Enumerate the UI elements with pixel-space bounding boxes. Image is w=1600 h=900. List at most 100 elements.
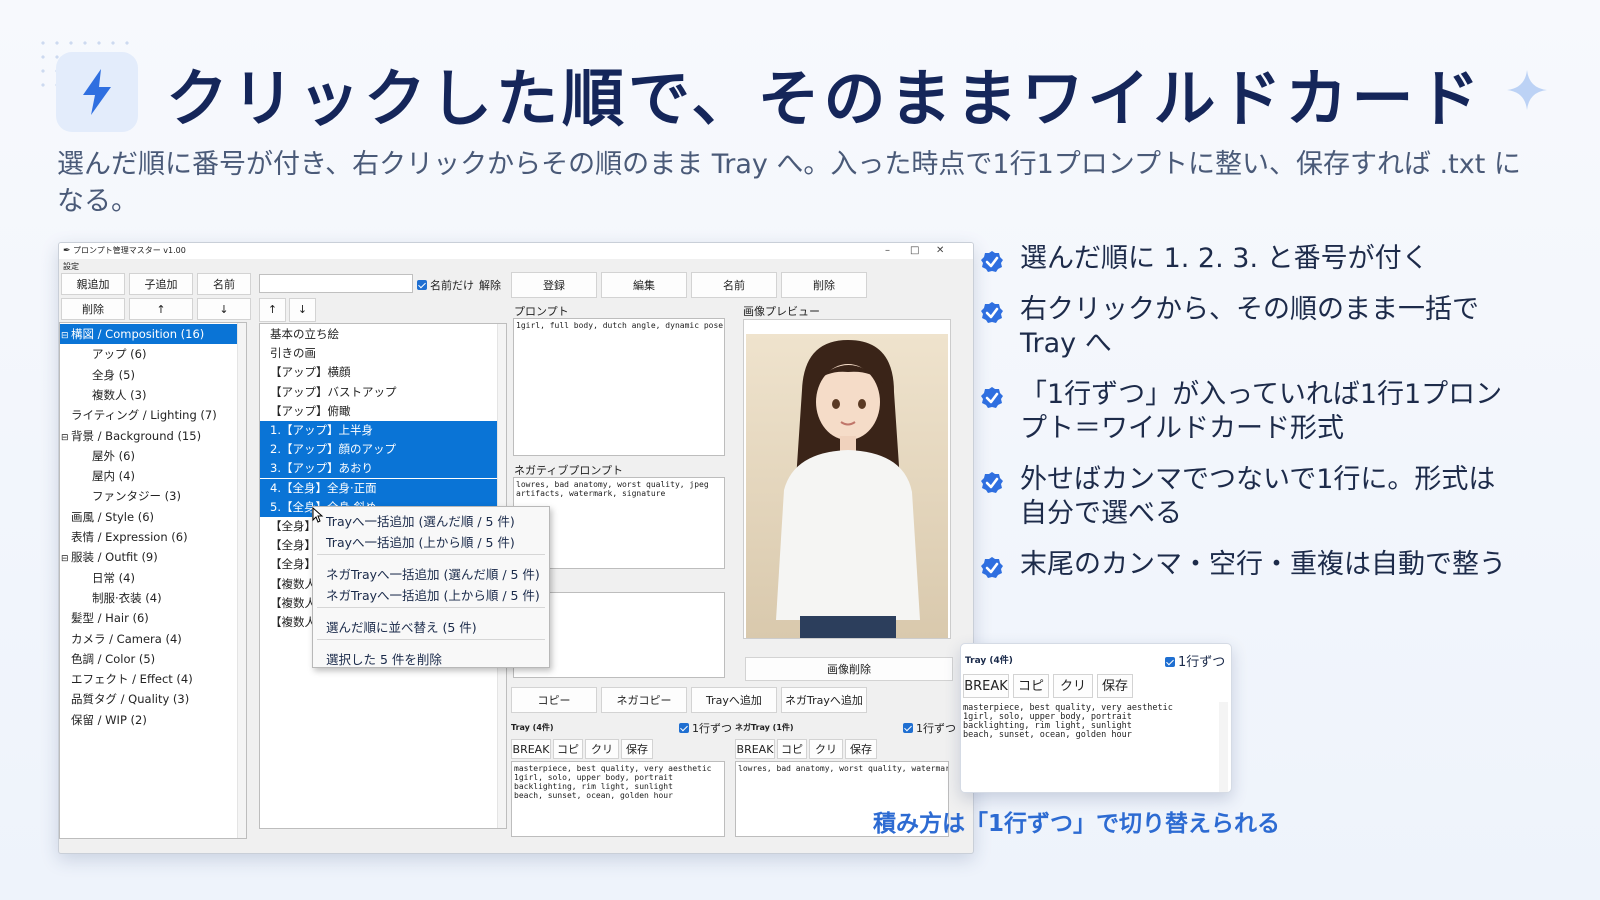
tree-item[interactable]: ⊟ 構図 / Composition (16) — [60, 324, 246, 344]
delete-button[interactable]: 削除 — [781, 272, 867, 298]
tray-popup-textarea[interactable]: masterpiece, best quality, very aestheti… — [961, 702, 1221, 792]
tree-item[interactable]: 画風 / Style (6) — [60, 507, 246, 527]
neg-tray-clear-button[interactable]: クリア — [809, 739, 843, 776]
tree-item[interactable]: ファンタジー (3) — [60, 486, 246, 506]
neg-tray-save-button[interactable]: 保存 — [845, 739, 877, 759]
rename-category-button[interactable]: 名前 — [197, 273, 251, 295]
tree-item[interactable]: 複数人 (3) — [60, 385, 246, 405]
tree-scrollbar[interactable] — [237, 323, 246, 838]
prompt-label: プロンプト — [514, 305, 569, 318]
tray-popup-one-per-line-checkbox[interactable]: 1行ずつ — [1165, 651, 1225, 670]
tree-item[interactable]: 色調 / Color (5) — [60, 649, 246, 669]
list-item[interactable]: 引きの画 — [260, 344, 506, 363]
tray-one-per-line-label: 1行ずつ — [692, 722, 732, 735]
tray-label: Tray (4件) — [511, 723, 554, 732]
menu-item-tray-selected-order[interactable]: Trayへ一括追加 (選んだ順 / 5 件) — [326, 511, 515, 530]
add-parent-button[interactable]: 親追加 — [61, 273, 125, 295]
minimize-icon[interactable]: – — [885, 243, 890, 259]
category-down-button[interactable]: ↓ — [197, 298, 251, 320]
delete-image-button[interactable]: 画像削除 — [745, 657, 953, 681]
tree-item[interactable]: アップ (6) — [60, 344, 246, 364]
menu-settings[interactable]: 設定 — [63, 261, 79, 272]
expand-toggle-icon[interactable]: ⊟ — [61, 549, 71, 569]
tree-item[interactable]: カメラ / Camera (4) — [60, 629, 246, 649]
tree-item[interactable]: ⊟ 服装 / Outfit (9) — [60, 547, 246, 567]
category-tree[interactable]: ⊟ 構図 / Composition (16) アップ (6) 全身 (5) 複数人 (… — [59, 322, 247, 839]
tree-item-label: 画風 / Style (6) — [71, 509, 155, 524]
add-to-neg-tray-button[interactable]: ネガTrayへ追加 — [781, 687, 867, 713]
item-down-button[interactable]: ↓ — [289, 298, 316, 322]
tree-item[interactable]: エフェクト / Effect (4) — [60, 669, 246, 689]
tree-item[interactable]: 日常 (4) — [60, 568, 246, 588]
edit-button[interactable]: 編集 — [601, 272, 687, 298]
menu-item-sort-selected[interactable]: 選んだ順に並べ替え (5 件) — [326, 617, 477, 636]
tray-popup-label: Tray (4件) — [965, 656, 1013, 666]
tree-item-label: 屋内 (4) — [92, 469, 135, 484]
neg-copy-button[interactable]: ネガコピー — [601, 687, 687, 713]
feather-icon: ✒ — [63, 246, 71, 256]
tree-item[interactable]: 表情 / Expression (6) — [60, 527, 246, 547]
neg-tray-break-button[interactable]: BREAK — [735, 739, 775, 759]
tree-item[interactable]: 屋内 (4) — [60, 466, 246, 486]
tray-clear-button[interactable]: クリア — [585, 739, 619, 776]
tray-save-button[interactable]: 保存 — [621, 739, 653, 759]
feature-bullet-text: 外せばカンマでつないで1行に。形式は自分で選べる — [1020, 464, 1496, 529]
tray-popup-break-button[interactable]: BREAK — [963, 674, 1009, 698]
tree-item-label: ライティング / Lighting (7) — [71, 408, 217, 423]
list-item[interactable]: 4.【全身】全身·正面 — [260, 478, 506, 498]
expand-toggle-icon[interactable]: ⊟ — [61, 326, 71, 346]
list-item[interactable]: 1.【アップ】上半身 — [260, 421, 506, 440]
register-button[interactable]: 登録 — [511, 272, 597, 298]
rename-button[interactable]: 名前 — [691, 272, 777, 298]
menu-item-neg-tray-top-order[interactable]: ネガTrayへ一括追加 (上から順 / 5 件) — [326, 585, 540, 604]
expand-toggle-icon[interactable]: ⊟ — [61, 428, 71, 448]
clear-search-button[interactable]: 解除 — [479, 277, 501, 293]
neg-tray-one-per-line-checkbox[interactable]: 1行ずつ — [903, 720, 956, 736]
tray-copy-button[interactable]: コピー — [553, 739, 583, 776]
tray-popup-copy-button[interactable]: コピー — [1013, 674, 1049, 718]
tree-item[interactable]: 全身 (5) — [60, 365, 246, 385]
tree-item[interactable]: 品質タグ / Quality (3) — [60, 689, 246, 709]
add-child-button[interactable]: 子追加 — [129, 273, 193, 295]
list-item[interactable]: 2.【アップ】顔のアップ — [260, 440, 506, 460]
list-item[interactable]: 【アップ】俯瞰 — [260, 402, 506, 421]
tray-break-button[interactable]: BREAK — [511, 739, 551, 759]
tree-item[interactable]: 制服·衣装 (4) — [60, 588, 246, 608]
tray-popup-clear-button[interactable]: クリア — [1053, 674, 1093, 718]
neg-tray-copy-button[interactable]: コピー — [777, 739, 807, 776]
list-item[interactable]: 3.【アップ】あおり — [260, 459, 506, 479]
item-up-button[interactable]: ↑ — [259, 298, 286, 322]
tree-item[interactable]: ⊟ 背景 / Background (15) — [60, 426, 246, 446]
tree-item[interactable]: 髪型 / Hair (6) — [60, 608, 246, 628]
delete-category-button[interactable]: 削除 — [61, 298, 125, 320]
sparkle-icon — [1507, 70, 1547, 110]
feature-bullet-text: 右クリックから、その順のまま一括で Tray へ — [1020, 294, 1479, 359]
category-up-button[interactable]: ↑ — [129, 298, 193, 320]
copy-button[interactable]: コピー — [511, 687, 597, 713]
maximize-icon[interactable]: □ — [910, 243, 919, 259]
tray-one-per-line-checkbox[interactable]: 1行ずつ — [679, 720, 732, 736]
list-item[interactable]: 基本の立ち絵 — [260, 325, 506, 344]
tree-item[interactable]: ライティング / Lighting (7) — [60, 405, 246, 425]
close-icon[interactable]: ✕ — [936, 243, 944, 259]
neg-tray-one-per-line-label: 1行ずつ — [916, 722, 956, 735]
image-preview — [743, 319, 951, 639]
tree-item-label: 構図 / Composition (16) — [71, 327, 205, 341]
list-item[interactable]: 【アップ】バストアップ — [260, 383, 506, 402]
menu-item-tray-top-order[interactable]: Trayへ一括追加 (上から順 / 5 件) — [326, 532, 515, 551]
tree-item[interactable]: 屋外 (6) — [60, 446, 246, 466]
tree-item[interactable]: 保留 / WIP (2) — [60, 710, 246, 730]
search-input[interactable] — [259, 274, 413, 293]
context-menu: Trayへ一括追加 (選んだ順 / 5 件) Trayへ一括追加 (上から順 /… — [312, 506, 550, 668]
tray-popup-save-button[interactable]: 保存 — [1097, 674, 1133, 698]
tray-popup-scrollbar[interactable] — [1219, 702, 1228, 792]
prompt-textarea[interactable]: 1girl, full body, dutch angle, dynamic p… — [513, 318, 725, 456]
name-only-checkbox[interactable]: 名前だけ — [417, 277, 474, 293]
lightning-icon — [56, 52, 138, 132]
menu-item-delete-selected[interactable]: 選択した 5 件を削除 — [326, 649, 442, 668]
add-to-tray-button[interactable]: Trayへ追加 — [691, 687, 777, 713]
tray-textarea[interactable]: masterpiece, best quality, very aestheti… — [511, 761, 725, 837]
menu-item-neg-tray-selected-order[interactable]: ネガTrayへ一括追加 (選んだ順 / 5 件) — [326, 564, 540, 583]
mouse-cursor-icon — [312, 507, 324, 523]
list-item[interactable]: 【アップ】横顔 — [260, 363, 506, 382]
